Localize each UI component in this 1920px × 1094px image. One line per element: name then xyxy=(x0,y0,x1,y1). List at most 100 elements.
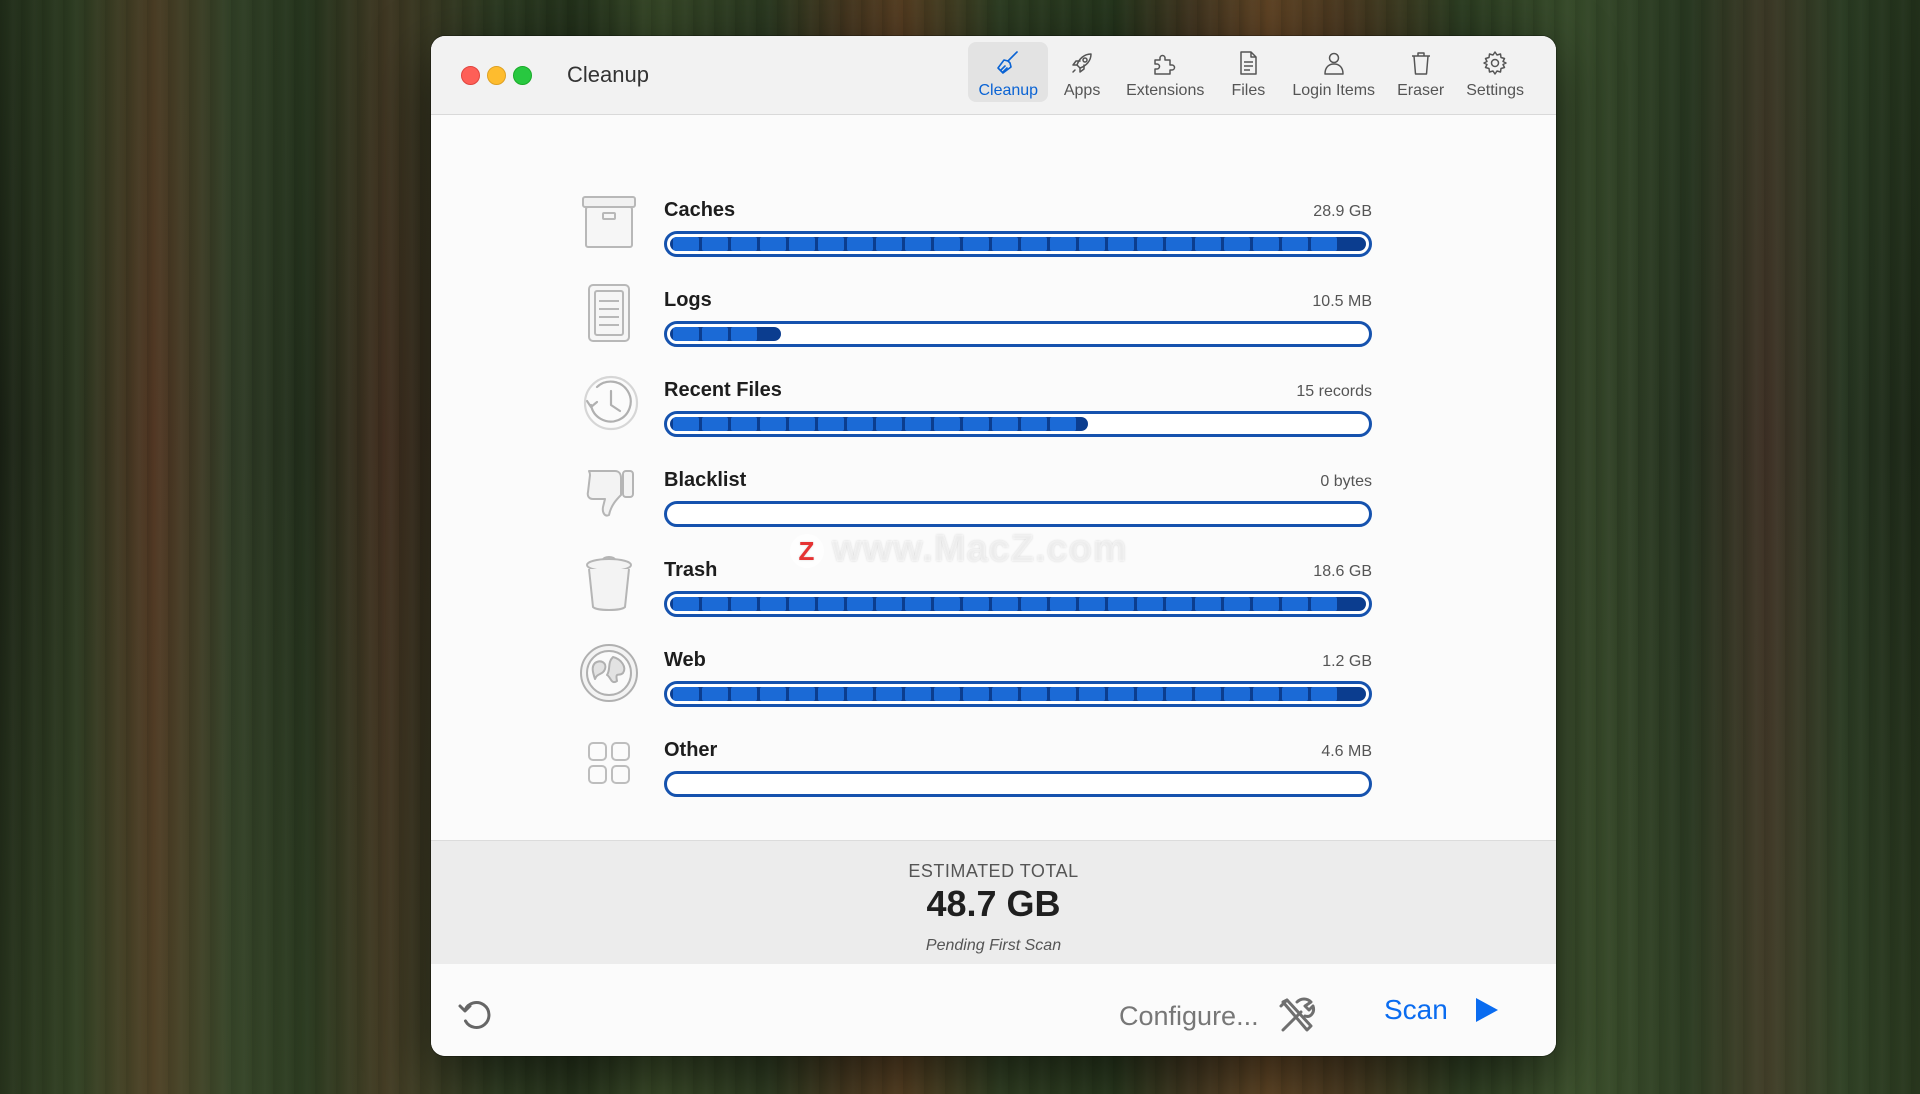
progress-segment xyxy=(1108,597,1134,611)
tab-label: Eraser xyxy=(1397,82,1445,99)
progress-segment xyxy=(731,687,757,701)
progress-segment xyxy=(1166,597,1192,611)
category-row-trash[interactable]: Trash 18.6 GB xyxy=(431,556,1556,639)
puzzle-icon xyxy=(1154,54,1176,75)
close-window-button[interactable] xyxy=(461,66,480,85)
progress-segment xyxy=(1050,237,1076,251)
refresh-icon[interactable] xyxy=(456,994,496,1034)
category-row-web[interactable]: Web 1.2 GB xyxy=(431,644,1556,729)
configure-button[interactable]: Configure... xyxy=(1119,994,1319,1038)
tab-apps[interactable]: Apps xyxy=(1050,42,1114,102)
progress-segment xyxy=(1137,237,1163,251)
broom-icon xyxy=(997,51,1019,74)
minimize-window-button[interactable] xyxy=(487,66,506,85)
progress-segment xyxy=(818,597,844,611)
category-size: 4.6 MB xyxy=(1321,743,1372,760)
category-row-logs[interactable]: Logs 10.5 MB xyxy=(431,284,1556,369)
progress-segment xyxy=(702,417,728,431)
progress-segment xyxy=(934,687,960,701)
progress-segment xyxy=(1137,597,1163,611)
category-label: Trash xyxy=(664,559,718,581)
progress-segment xyxy=(1282,237,1308,251)
progress-segment xyxy=(1282,597,1308,611)
watermark-text: www.MacZ.com xyxy=(832,528,1128,570)
category-label: Other xyxy=(664,739,718,761)
progress-segment xyxy=(847,687,873,701)
play-icon xyxy=(1475,998,1498,1022)
tab-label: Files xyxy=(1231,82,1266,99)
tab-settings[interactable]: Settings xyxy=(1456,42,1534,102)
progress-segment xyxy=(731,327,757,341)
progress-segment xyxy=(847,417,873,431)
scan-button[interactable]: Scan xyxy=(1384,994,1500,1026)
progress-segment xyxy=(1079,597,1105,611)
category-progress-bar xyxy=(664,591,1372,617)
progress-segment xyxy=(702,237,728,251)
archive-box-icon xyxy=(582,196,636,248)
progress-segment xyxy=(1166,237,1192,251)
tab-cleanup[interactable]: Cleanup xyxy=(968,42,1049,102)
category-row-caches[interactable]: Caches 28.9 GB xyxy=(431,196,1556,279)
progress-segment xyxy=(1282,687,1308,701)
watermark: Zwww.MacZ.com xyxy=(790,528,1128,571)
progress-segment xyxy=(789,687,815,701)
category-label: Recent Files xyxy=(664,379,782,401)
tab-label: Apps xyxy=(1063,82,1101,99)
progress-segment xyxy=(789,417,815,431)
progress-segment xyxy=(760,417,786,431)
category-progress-bar xyxy=(664,771,1372,797)
category-size: 15 records xyxy=(1296,383,1372,400)
category-progress-bar xyxy=(664,501,1372,527)
category-label: Web xyxy=(664,649,706,671)
progress-segment xyxy=(876,237,902,251)
tab-label: Settings xyxy=(1466,82,1524,99)
progress-segment xyxy=(905,687,931,701)
configure-label: Configure... xyxy=(1119,1000,1259,1031)
progress-segment xyxy=(1050,597,1076,611)
progress-segment xyxy=(1021,597,1047,611)
estimated-total-value: 48.7 GB xyxy=(926,883,1061,924)
zoom-window-button[interactable] xyxy=(513,66,532,85)
category-progress-bar xyxy=(664,411,1372,437)
category-row-recent-files[interactable]: Recent Files 15 records xyxy=(431,375,1556,459)
progress-segment xyxy=(1050,687,1076,701)
category-size: 28.9 GB xyxy=(1313,203,1372,220)
footer-bar: Configure... Scan xyxy=(431,964,1556,1056)
progress-segment xyxy=(1253,237,1279,251)
progress-segment xyxy=(1021,687,1047,701)
progress-segment xyxy=(934,597,960,611)
tab-login-items[interactable]: Login Items xyxy=(1282,42,1385,102)
tab-label: Cleanup xyxy=(978,82,1039,99)
progress-segment xyxy=(702,687,728,701)
log-document-icon xyxy=(588,284,630,342)
progress-segment xyxy=(702,597,728,611)
progress-segment xyxy=(963,237,989,251)
progress-segment xyxy=(992,237,1018,251)
progress-segment xyxy=(1195,237,1221,251)
category-row-other[interactable]: Other 4.6 MB xyxy=(431,739,1556,819)
progress-segment xyxy=(934,237,960,251)
progress-segment xyxy=(963,417,989,431)
progress-segment xyxy=(1108,687,1134,701)
user-icon xyxy=(1323,52,1344,75)
progress-segment xyxy=(963,597,989,611)
progress-segment xyxy=(905,417,931,431)
category-size: 0 bytes xyxy=(1320,473,1372,490)
progress-segment xyxy=(702,327,728,341)
tab-files[interactable]: Files xyxy=(1216,42,1280,102)
tools-icon xyxy=(1279,997,1315,1032)
progress-segment xyxy=(1050,417,1076,431)
tab-label: Extensions xyxy=(1126,82,1205,99)
tab-extensions[interactable]: Extensions xyxy=(1116,42,1214,102)
estimated-total-panel: ESTIMATED TOTAL 48.7 GB Pending First Sc… xyxy=(431,840,1556,966)
progress-segment xyxy=(905,597,931,611)
progress-segment xyxy=(731,417,757,431)
progress-segment xyxy=(789,237,815,251)
scan-label: Scan xyxy=(1384,994,1448,1025)
progress-segment xyxy=(1224,237,1250,251)
progress-segment xyxy=(992,417,1018,431)
progress-segment xyxy=(876,687,902,701)
progress-segment xyxy=(1224,687,1250,701)
progress-segment xyxy=(673,327,699,341)
tab-eraser[interactable]: Eraser xyxy=(1387,42,1454,102)
